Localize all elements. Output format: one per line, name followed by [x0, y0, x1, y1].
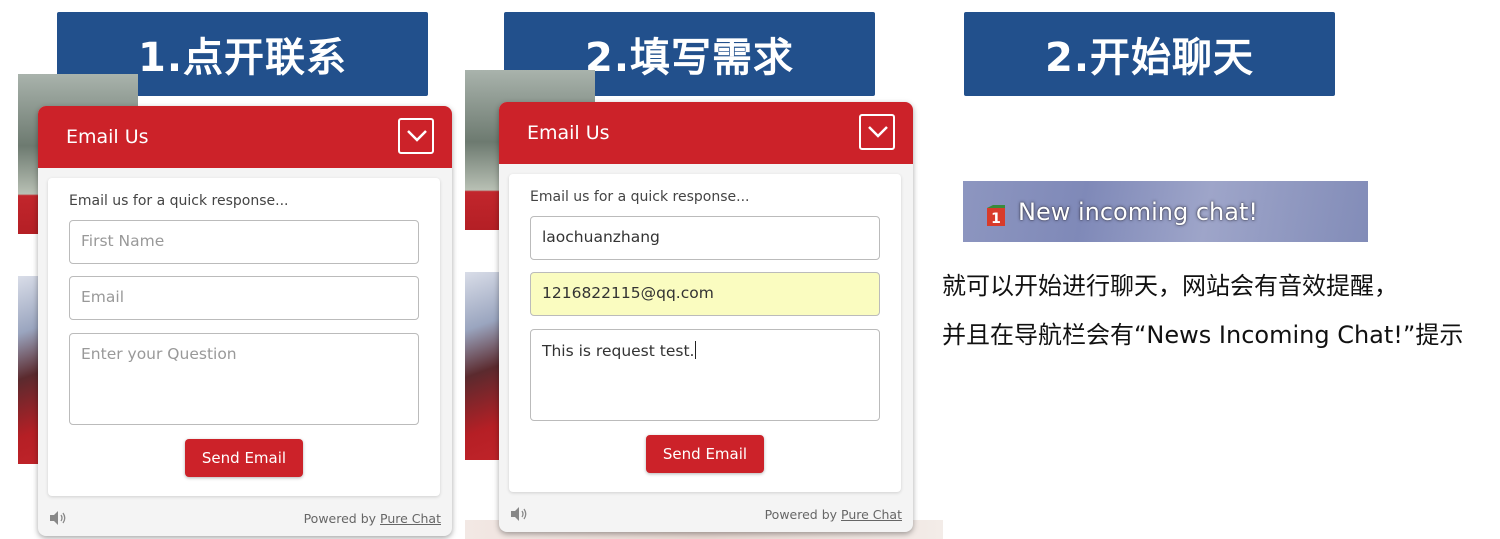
- widget-title: Email Us: [527, 122, 610, 144]
- first-name-field[interactable]: First Name: [69, 220, 419, 264]
- email-us-widget-empty: Email Us Email us for a quick response..…: [38, 106, 452, 536]
- email-form: Email us for a quick response... First N…: [48, 178, 440, 496]
- email-form: Email us for a quick response... laochua…: [509, 174, 901, 492]
- notification-text: New incoming chat!: [1018, 198, 1258, 226]
- powered-by: Powered by Pure Chat: [765, 507, 902, 522]
- notification-badge-icon: 1: [987, 205, 1005, 227]
- powered-by: Powered by Pure Chat: [304, 511, 441, 526]
- notification-badge-count: 1: [991, 211, 1001, 227]
- form-intro: Email us for a quick response...: [530, 189, 750, 205]
- powered-by-prefix: Powered by: [764, 507, 838, 522]
- collapse-button[interactable]: [859, 114, 895, 150]
- email-us-widget-filled: Email Us Email us for a quick response..…: [499, 102, 913, 532]
- question-field[interactable]: This is request test.: [530, 329, 880, 421]
- first-name-field[interactable]: laochuanzhang: [530, 216, 880, 260]
- widget-title: Email Us: [66, 126, 149, 148]
- collapse-button[interactable]: [398, 118, 434, 154]
- email-field[interactable]: Email: [69, 276, 419, 320]
- send-email-button[interactable]: Send Email: [185, 439, 303, 477]
- question-text: This is request test.: [542, 342, 695, 360]
- pure-chat-link[interactable]: Pure Chat: [841, 507, 902, 522]
- incoming-chat-notification[interactable]: 1 New incoming chat!: [963, 181, 1368, 242]
- pure-chat-link[interactable]: Pure Chat: [380, 511, 441, 526]
- form-intro: Email us for a quick response...: [69, 193, 289, 209]
- caption-line-2: 并且在导航栏会有“News Incoming Chat!”提示: [942, 321, 1464, 349]
- email-field[interactable]: 1216822115@qq.com: [530, 272, 880, 316]
- chevron-down-icon: [407, 130, 427, 142]
- text-cursor: [695, 341, 697, 359]
- question-field[interactable]: Enter your Question: [69, 333, 419, 425]
- send-email-button[interactable]: Send Email: [646, 435, 764, 473]
- step-3-banner: 2.开始聊天: [964, 12, 1335, 96]
- powered-by-prefix: Powered by: [303, 511, 377, 526]
- chevron-down-icon: [868, 126, 888, 138]
- speaker-icon[interactable]: [48, 510, 68, 526]
- widget-header: Email Us: [499, 102, 913, 164]
- widget-header: Email Us: [38, 106, 452, 168]
- caption-line-1: 就可以开始进行聊天，网站会有音效提醒，: [942, 272, 1398, 300]
- speaker-icon[interactable]: [509, 506, 529, 522]
